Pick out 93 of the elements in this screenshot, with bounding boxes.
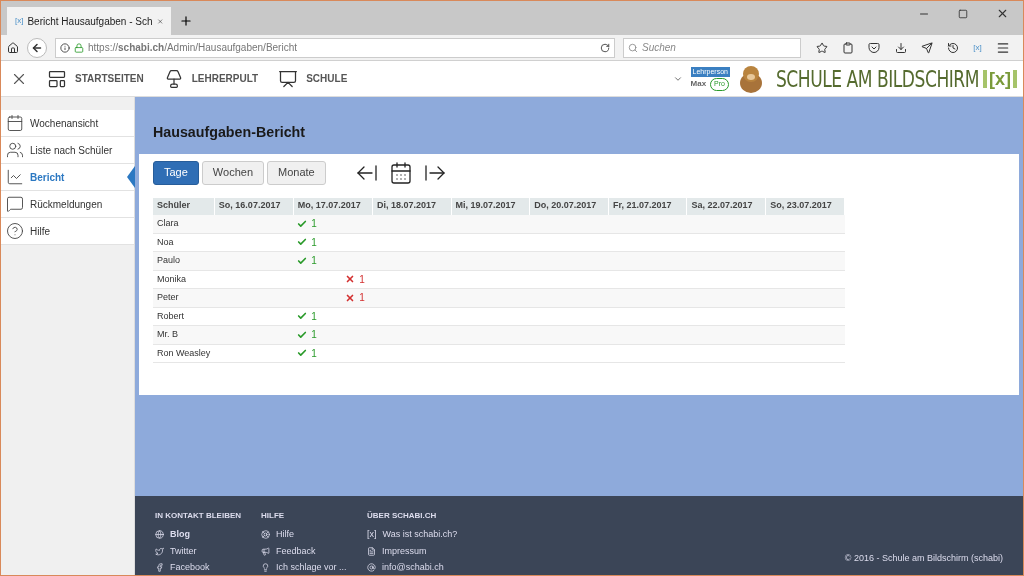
student-name: Mr. B [153,325,215,344]
column-header: So, 23.07.2017 [765,197,845,215]
column-header: Mi, 19.07.2017 [451,197,530,215]
missed-mark: 1 [345,271,369,287]
student-name: Paulo [153,251,215,270]
user-name: Max [690,78,707,91]
column-header: Di, 18.07.2017 [372,197,452,215]
bird-icon [155,546,164,556]
done-mark: 1 [297,308,369,324]
browser-tab[interactable]: [x] Bericht Hausaufgaben - Sch [7,7,171,35]
speech-bubble-icon [6,195,24,213]
footer-heading: IN KONTAKT BLEIBEN [155,510,243,522]
reload-icon[interactable] [600,42,610,53]
site-icon: [x] [15,15,24,27]
presentation-icon [278,68,299,89]
range-tab[interactable]: Wochen [201,160,264,185]
footer-link[interactable]: Blog [170,528,190,542]
sidebar-item[interactable]: Wochenansicht [1,110,134,137]
student-name: Noa [153,233,215,252]
pocket-icon[interactable] [868,41,881,54]
lock-icon [74,42,84,53]
globe-icon [155,530,164,540]
column-header: So, 16.07.2017 [214,197,294,215]
footer-link[interactable]: Hilfe [276,528,294,542]
history-icon[interactable] [947,41,960,54]
footer-heading: HILFE [261,510,286,522]
sidebar-item[interactable]: Rückmeldungen [1,191,134,218]
maximize-icon[interactable] [958,8,968,19]
logo-mark: [x] [983,69,1017,88]
lifebuoy-icon [261,530,270,540]
column-header: Do, 20.07.2017 [529,197,609,215]
layout-icon [47,68,67,89]
sidebar-item[interactable]: Liste nach Schüler [1,137,134,164]
done-mark: 1 [297,216,369,231]
document-icon [367,546,376,556]
send-icon[interactable] [920,41,933,54]
footer-heading: ÜBER SCHABI.CH [367,510,438,522]
facebook-icon [155,563,164,573]
lightbulb-icon [261,563,270,573]
column-header: Schüler [153,197,215,215]
back-button[interactable] [27,37,47,58]
help-icon [6,222,24,240]
student-name: Monika [153,270,215,289]
sidebar-item[interactable]: Hilfe [1,218,134,245]
bracket-x-mark: [x] [367,528,377,541]
url-text: https://schabi.ch/Admin/Hausaufgaben/Bericht [88,41,298,55]
student-name: Peter [153,288,215,307]
range-tab[interactable]: Monate [267,160,326,185]
at-icon [367,563,376,573]
student-name: Ron Weasley [153,344,215,363]
search-icon [628,42,638,53]
nav-link[interactable]: LEHRERPULT [191,71,259,86]
done-mark: 1 [297,345,369,361]
nav-link[interactable]: STARTSEITEN [75,71,144,86]
info-icon [60,42,70,53]
column-header: Fr, 21.07.2017 [608,197,687,215]
nav-link[interactable]: SCHULE [306,71,348,86]
copyright: © 2016 - Schule am Bildschirm (schabi) [844,551,1003,565]
footer-link[interactable]: info@schabi.ch [382,561,444,575]
search-field[interactable]: Suchen [623,37,801,58]
done-mark: 1 [297,234,369,250]
page-title: Hausaufgaben-Bericht [153,122,307,142]
footer-link[interactable]: Was ist schabi.ch? [382,528,458,542]
range-tab[interactable]: Tage [153,160,199,185]
address-bar[interactable]: https://schabi.ch/Admin/Hausaufgaben/Bericht [55,37,615,58]
footer-link[interactable]: Twitter [170,544,197,558]
column-header: Mo, 17.07.2017 [293,197,373,215]
sidebar-item[interactable]: Bericht [1,164,134,191]
clipboard-icon[interactable] [842,41,855,54]
download-icon[interactable] [894,41,907,54]
back-arrow-icon [31,41,43,54]
footer-link[interactable]: Impressum [382,544,427,558]
footer-link[interactable]: Ich schlage vor ... [276,561,347,575]
footer-link[interactable]: Facebook [170,561,210,575]
student-name: Clara [153,214,215,233]
done-mark: 1 [297,253,369,269]
done-mark: 1 [297,327,369,343]
people-icon [6,141,24,159]
calendar-icon[interactable] [388,160,413,185]
chart-icon [6,168,24,186]
calendar-icon [6,114,24,132]
tab-title: Bericht Hausaufgaben - Sch [27,14,153,29]
new-tab-icon[interactable] [179,14,193,28]
footer-link[interactable]: Feedback [276,544,316,558]
logo-text: SCHULE AM BILDSCHIRM [775,63,979,94]
megaphone-icon [261,546,270,556]
close-icon[interactable] [996,7,1009,20]
column-header: Sa, 22.07.2017 [686,197,766,215]
missed-mark: 1 [345,290,369,306]
home-icon[interactable] [7,41,19,54]
student-name: Robert [153,307,215,326]
bookmark-icon[interactable] [816,41,829,54]
menu-icon[interactable] [995,40,1010,55]
